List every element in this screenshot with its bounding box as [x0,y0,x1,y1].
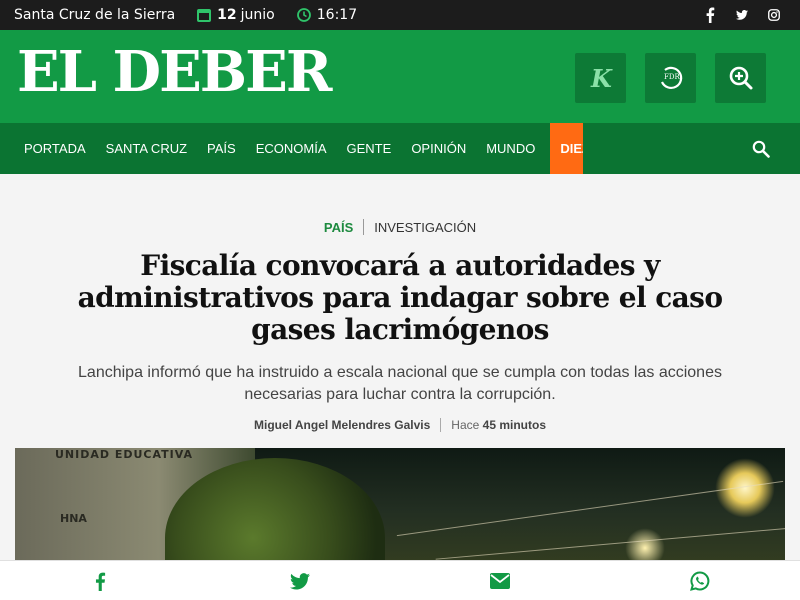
byline: Miguel Angel Melendres Galvis Hace 45 mi… [0,418,800,432]
nav-item-santa-cruz[interactable]: SANTA CRUZ [96,123,197,174]
svg-text:K: K [590,65,613,91]
nav-item-mundo[interactable]: MUNDO [476,123,545,174]
search-button[interactable] [752,140,770,158]
section-link[interactable]: PAÍS [324,220,353,235]
share-bar [0,560,800,600]
author-link[interactable]: Miguel Angel Melendres Galvis [254,418,430,432]
section-tags: PAÍS INVESTIGACIÓN [0,219,800,235]
calendar-icon [197,9,212,22]
article-subtitle: Lanchipa informó que ha instruido a esca… [78,364,722,403]
date-day: 12 [217,7,237,23]
city-label: Santa Cruz de la Sierra [14,7,176,23]
time-label: 16:17 [316,7,358,23]
ago-prefix: Hace [451,418,480,432]
share-email-button[interactable] [490,571,510,591]
email-icon [490,573,510,589]
k-magazine-button[interactable]: K [575,53,626,103]
photo-sign-top: UNIDAD EDUCATIVA [55,448,194,461]
share-twitter-button[interactable] [290,571,310,591]
ago-value: 45 minutos [482,418,546,432]
facebook-icon[interactable] [704,6,722,24]
nav-item-opinion[interactable]: OPINIÓN [401,123,476,174]
share-whatsapp-button[interactable] [690,571,710,591]
zoom-button[interactable] [715,53,766,103]
article-headline: Fiscalía convocará a autoridades y admin… [77,249,723,346]
byline-divider [440,418,442,432]
site-logo[interactable]: EL DEBER [17,44,332,100]
k-magazine-icon: K [590,65,613,91]
photo-light [715,458,775,518]
date-month: junio [240,7,275,23]
article: PAÍS INVESTIGACIÓN Fiscalía convocará a … [0,174,800,600]
search-icon [752,140,770,158]
published-ago: Hace 45 minutos [451,418,546,432]
instagram-icon[interactable] [768,6,786,24]
subsection-link[interactable]: INVESTIGACIÓN [374,220,476,235]
zoom-icon [729,66,752,90]
section-divider [363,219,365,235]
whatsapp-icon [690,571,710,591]
clock-icon [296,8,311,22]
fdr-radio-button[interactable]: FDR [645,53,696,103]
main-nav: PORTADA SANTA CRUZ PAÍS ECONOMÍA GENTE O… [0,123,800,174]
twitter-icon [290,572,310,589]
fdr-label: FDR [664,73,680,81]
date-display: 12 junio [197,7,275,23]
social-links [704,6,786,24]
facebook-icon [95,572,106,591]
fdr-radio-icon: FDR [660,66,682,89]
site-header: EL DEBER K FDR [0,30,800,123]
time-display: 16:17 [296,7,358,23]
twitter-icon[interactable] [736,6,754,24]
top-info-bar: Santa Cruz de la Sierra 12 junio 16:17 [0,0,800,30]
photo-sign-mid: HNA [60,512,87,525]
nav-item-gente[interactable]: GENTE [337,123,402,174]
nav-item-pais[interactable]: PAÍS [197,123,246,174]
share-facebook-button[interactable] [90,571,110,591]
nav-item-diez[interactable]: DIEZ [550,123,584,174]
nav-item-portada[interactable]: PORTADA [14,123,96,174]
nav-item-economia[interactable]: ECONOMÍA [246,123,337,174]
